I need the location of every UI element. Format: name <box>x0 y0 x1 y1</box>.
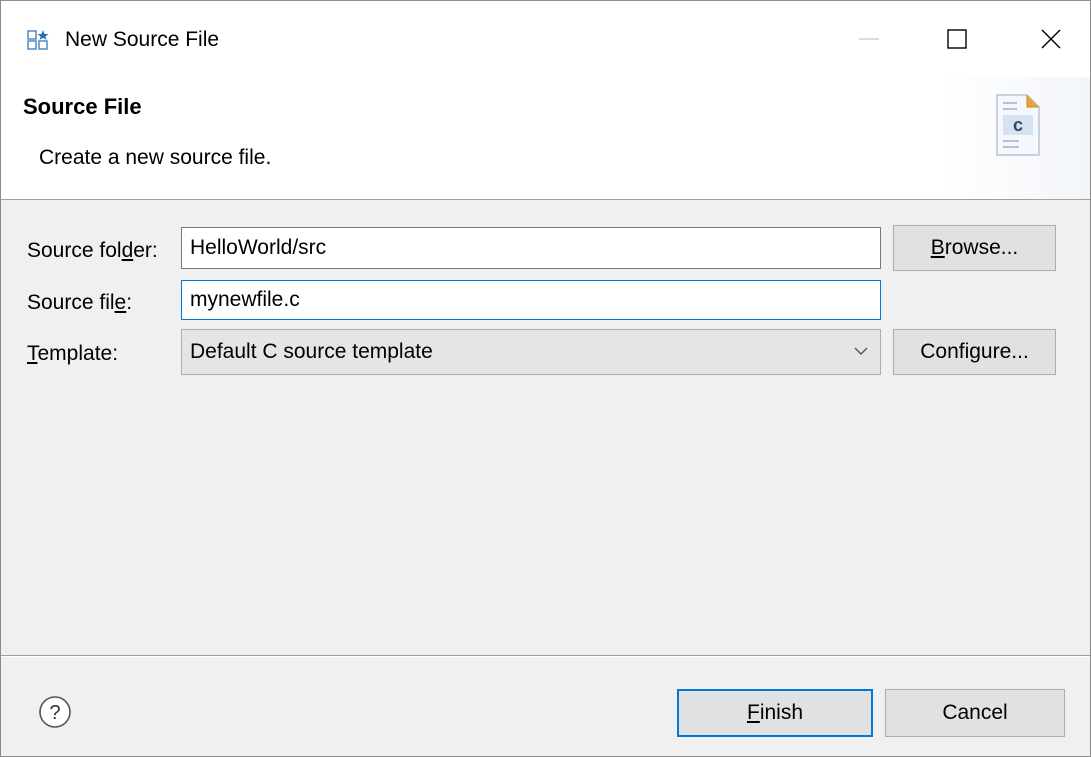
maximize-icon <box>947 29 967 49</box>
page-title: Source File <box>23 94 142 119</box>
source-folder-input[interactable] <box>181 227 881 269</box>
minimize-icon <box>859 38 879 40</box>
c-source-file-icon: c <box>996 94 1040 156</box>
template-selected-value: Default C source template <box>190 340 433 363</box>
help-icon[interactable]: ? <box>38 695 72 729</box>
close-icon <box>1041 29 1061 49</box>
template-select[interactable]: Default C source template <box>181 329 881 375</box>
page-description: Create a new source file. <box>39 146 272 169</box>
footer-separator <box>1 655 1090 657</box>
title-bar[interactable]: New Source File <box>1 1 1090 77</box>
cancel-button[interactable]: Cancel <box>885 689 1065 737</box>
new-source-file-icon <box>27 30 49 50</box>
source-folder-label: Source folder: <box>27 239 158 262</box>
close-button[interactable] <box>1021 13 1081 65</box>
svg-text:c: c <box>1013 115 1023 135</box>
chevron-down-icon <box>854 347 868 355</box>
svg-text:?: ? <box>49 702 60 724</box>
maximize-button[interactable] <box>927 13 987 65</box>
finish-button[interactable]: Finish <box>677 689 873 737</box>
minimize-button[interactable] <box>839 13 899 65</box>
browse-button[interactable]: Browse... <box>893 225 1056 271</box>
wizard-banner: Source File Create a new source file. c <box>1 77 1090 200</box>
cancel-button-label: Cancel <box>942 701 1008 724</box>
configure-button-label: Configure... <box>920 340 1029 363</box>
configure-button[interactable]: Configure... <box>893 329 1056 375</box>
browse-button-label: Browse... <box>930 236 1019 259</box>
window-title: New Source File <box>65 28 220 51</box>
new-source-file-dialog: New Source File Source File Create a new… <box>0 0 1091 757</box>
source-file-input[interactable] <box>181 280 881 320</box>
template-label: Template: <box>27 342 119 365</box>
finish-button-label: Finish <box>746 701 804 724</box>
source-file-label: Source file: <box>27 291 133 314</box>
